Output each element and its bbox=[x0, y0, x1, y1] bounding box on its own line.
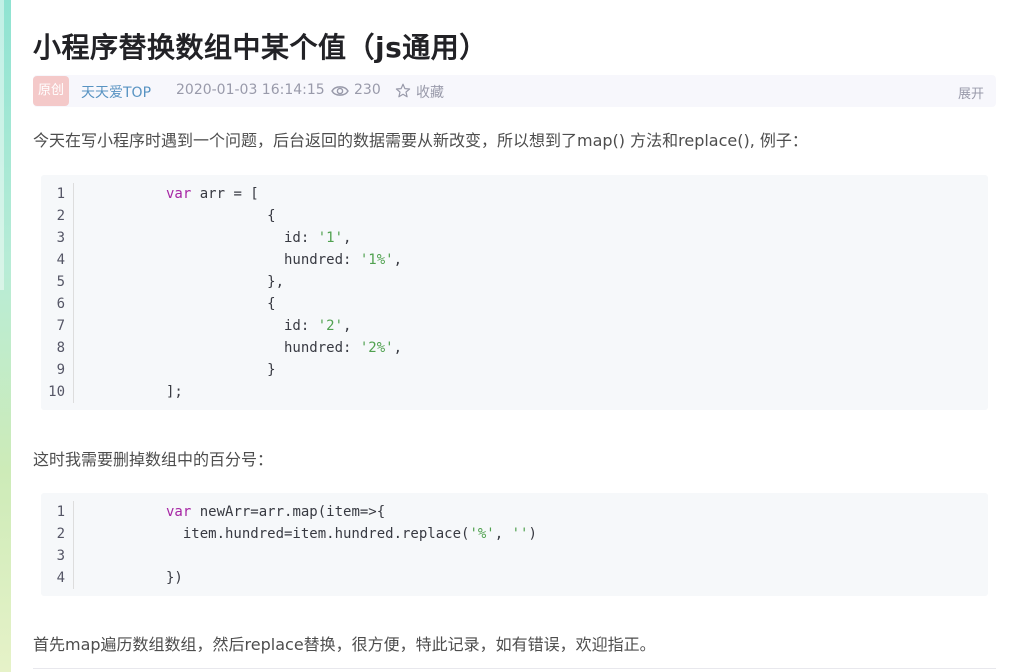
code-token: newArr=arr.map(item=>{ bbox=[191, 504, 386, 520]
code-token: , bbox=[393, 252, 403, 268]
code-line: ]; bbox=[166, 381, 402, 403]
code-string: '2%' bbox=[359, 340, 394, 356]
code-line: var arr = [ bbox=[166, 183, 402, 205]
line-number: 5 bbox=[56, 274, 65, 290]
line-number: 10 bbox=[48, 384, 65, 400]
code-line: { bbox=[166, 205, 402, 227]
code-keyword: var bbox=[166, 504, 192, 520]
eye-icon bbox=[331, 86, 349, 96]
code-string: '%' bbox=[469, 526, 495, 542]
code-line: id: '1', bbox=[166, 227, 402, 249]
line-number: 1 bbox=[56, 186, 65, 202]
code-block-2: 1 2 3 4 var newArr=arr.map(item=>{ item.hun… bbox=[41, 493, 988, 596]
code-token: , bbox=[393, 340, 403, 356]
article-meta-bar: 原创 天天爱TOP 2020-01-03 16:14:15 230 收藏 展开 bbox=[33, 75, 996, 107]
expand-button[interactable]: 展开 bbox=[958, 83, 984, 102]
middle-paragraph: 这时我需要删掉数组中的百分号： bbox=[33, 450, 274, 469]
code-token: { bbox=[166, 296, 276, 312]
star-icon[interactable] bbox=[395, 83, 411, 99]
code-token: hundred: bbox=[166, 340, 360, 356]
code-token: id: bbox=[166, 318, 318, 334]
code-string: '2' bbox=[317, 318, 344, 334]
line-number: 8 bbox=[56, 340, 65, 356]
code-token: id: bbox=[166, 230, 318, 246]
left-strip-highlight bbox=[0, 0, 4, 290]
code-token: ) bbox=[528, 526, 537, 542]
view-count: 230 bbox=[354, 82, 381, 98]
divider bbox=[33, 668, 996, 669]
code-line: }, bbox=[166, 271, 402, 293]
code-line: hundred: '2%', bbox=[166, 337, 402, 359]
code-token: } bbox=[166, 362, 276, 378]
code-token: arr = [ bbox=[191, 186, 259, 202]
code-token: , bbox=[343, 318, 352, 334]
line-number: 9 bbox=[56, 362, 65, 378]
publish-date: 2020-01-03 16:14:15 bbox=[176, 82, 325, 98]
original-badge: 原创 bbox=[33, 76, 69, 106]
code-line: }) bbox=[166, 567, 537, 589]
code-line: var newArr=arr.map(item=>{ bbox=[166, 501, 537, 523]
favorite-button[interactable]: 收藏 bbox=[416, 82, 444, 102]
line-number: 4 bbox=[56, 252, 65, 268]
article-title: 小程序替换数组中某个值（js通用） bbox=[33, 31, 488, 64]
intro-paragraph: 今天在写小程序时遇到一个问题，后台返回的数据需要从新改变，所以想到了map() … bbox=[33, 131, 808, 150]
code-token: }, bbox=[166, 274, 285, 290]
code-line: hundred: '1%', bbox=[166, 249, 402, 271]
code-string: '' bbox=[511, 526, 529, 542]
line-number: 2 bbox=[56, 526, 65, 542]
author-link[interactable]: 天天爱TOP bbox=[81, 82, 151, 102]
line-number: 3 bbox=[56, 548, 65, 564]
code-content: var arr = [ { id: '1', hundred: '1%', },… bbox=[166, 183, 402, 403]
code-string: '1' bbox=[317, 230, 344, 246]
code-keyword: var bbox=[166, 186, 192, 202]
code-token: , bbox=[343, 230, 352, 246]
code-token: hundred: bbox=[166, 252, 360, 268]
line-number-gutter: 1 2 3 4 bbox=[41, 501, 74, 589]
code-token: { bbox=[166, 208, 276, 224]
code-token: ]; bbox=[166, 384, 183, 400]
line-number-gutter: 1 2 3 4 5 6 7 8 9 10 bbox=[41, 183, 74, 403]
code-token: , bbox=[494, 526, 512, 542]
code-block-1: 1 2 3 4 5 6 7 8 9 10 var arr = [ { id: '1', hundr… bbox=[41, 175, 988, 410]
line-number: 1 bbox=[56, 504, 65, 520]
page-left-accent-strip bbox=[0, 0, 11, 672]
code-line: item.hundred=item.hundred.replace('%', '… bbox=[166, 523, 537, 545]
code-line: } bbox=[166, 359, 402, 381]
line-number: 7 bbox=[56, 318, 65, 334]
conclusion-paragraph: 首先map遍历数组数组，然后replace替换，很方便，特此记录，如有错误，欢迎… bbox=[33, 635, 656, 654]
line-number: 6 bbox=[56, 296, 65, 312]
code-token: }) bbox=[166, 570, 183, 586]
line-number: 2 bbox=[56, 208, 65, 224]
code-string: '1%' bbox=[359, 252, 394, 268]
code-line: id: '2', bbox=[166, 315, 402, 337]
code-content: var newArr=arr.map(item=>{ item.hundred=… bbox=[166, 501, 537, 589]
code-token: item.hundred=item.hundred.replace( bbox=[166, 526, 470, 542]
code-line: { bbox=[166, 293, 402, 315]
line-number: 3 bbox=[56, 230, 65, 246]
line-number: 4 bbox=[56, 570, 65, 586]
